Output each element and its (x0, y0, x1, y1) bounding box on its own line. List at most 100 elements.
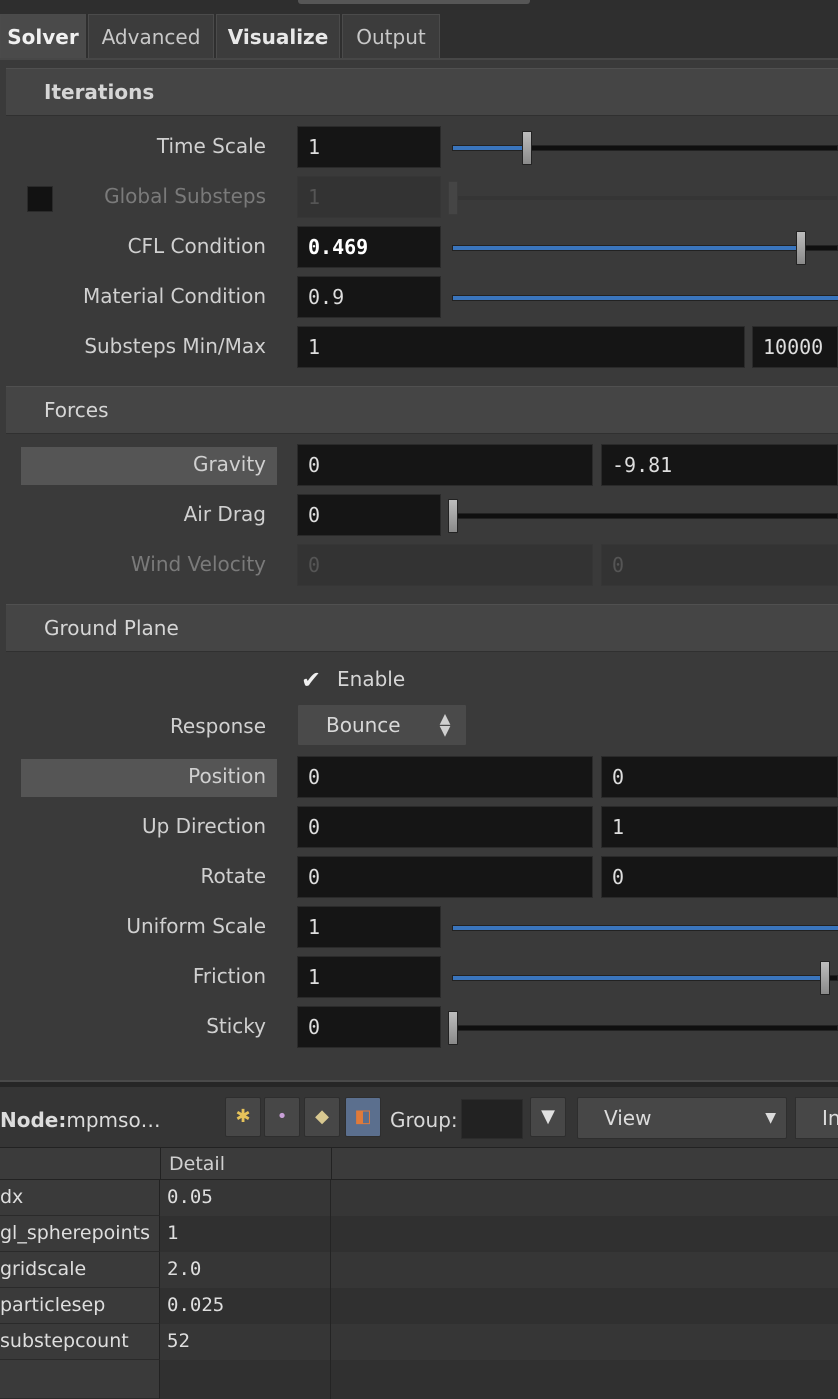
position-y-field[interactable]: 0 (601, 756, 838, 798)
response-dropdown[interactable]: Bounce ▲ ▼ (297, 704, 467, 746)
table-row[interactable]: dx 0.05 (0, 1180, 838, 1216)
uniform-scale-label: Uniform Scale (126, 914, 266, 938)
response-label: Response (169, 714, 266, 738)
sticky-slider[interactable] (452, 1025, 838, 1031)
substeps-minmax-label: Substeps Min/Max (84, 334, 266, 358)
filter-icon[interactable]: ▼ (530, 1097, 566, 1137)
view-label: View (604, 1106, 652, 1130)
time-scale-field[interactable]: 1 (297, 126, 441, 168)
enable-label[interactable]: Enable (337, 667, 405, 691)
enable-checkmark-icon[interactable]: ✔ (297, 666, 325, 694)
slider-fill (453, 976, 825, 980)
wind-velocity-x-field[interactable]: 0 (297, 544, 593, 586)
table-row[interactable]: gridscale 2.0 (0, 1252, 838, 1288)
wind-velocity-label: Wind Velocity (130, 552, 266, 576)
material-condition-slider[interactable] (452, 295, 838, 301)
rotate-x-field[interactable]: 0 (297, 856, 593, 898)
friction-slider-handle[interactable] (820, 961, 830, 995)
column-header-empty (332, 1148, 838, 1180)
global-substeps-label: Global Substeps (104, 184, 266, 208)
up-direction-x-field[interactable]: 0 (297, 806, 593, 848)
section-forces[interactable]: Forces (6, 386, 838, 434)
attribute-name-empty (0, 1360, 160, 1399)
tab-visualize[interactable]: Visualize (216, 14, 340, 58)
attribute-name: particlesep (0, 1288, 160, 1324)
cfl-condition-slider[interactable] (452, 245, 838, 251)
group-label: Group: (390, 1108, 458, 1132)
cfl-condition-slider-handle[interactable] (796, 231, 806, 265)
material-condition-field[interactable]: 0.9 (297, 276, 441, 318)
cfl-condition-field[interactable]: 0.469 (297, 226, 441, 268)
section-title: Ground Plane (44, 616, 179, 640)
air-drag-slider-handle[interactable] (448, 499, 458, 533)
row-header-corner (0, 1148, 161, 1180)
sticky-slider-handle[interactable] (448, 1011, 458, 1045)
pane-divider[interactable] (0, 1080, 838, 1087)
attribute-name: gridscale (0, 1252, 160, 1288)
time-scale-slider[interactable] (452, 145, 838, 151)
chevron-down-icon: ▼ (765, 1110, 776, 1126)
updown-arrows-icon: ▲ ▼ (439, 711, 451, 739)
response-value: Bounce (326, 713, 401, 737)
table-row[interactable]: particlesep 0.025 (0, 1288, 838, 1324)
node-name: mpmso… (66, 1108, 161, 1132)
global-substeps-slider[interactable] (452, 195, 838, 201)
gravity-x-field[interactable]: 0 (297, 444, 593, 486)
sticky-field[interactable]: 0 (297, 1006, 441, 1048)
attribute-name: substepcount (0, 1324, 160, 1360)
gravity-y-field[interactable]: -9.81 (601, 444, 838, 486)
column-divider (330, 1180, 331, 1399)
substeps-max-field[interactable]: 10000 (752, 326, 838, 368)
column-header-detail[interactable]: Detail (161, 1148, 332, 1180)
section-ground-plane[interactable]: Ground Plane (6, 604, 838, 652)
wind-velocity-y-field[interactable]: 0 (601, 544, 838, 586)
table-row[interactable]: gl_spherepoints 1 (0, 1216, 838, 1252)
vertices-filter-icon[interactable]: • (264, 1097, 300, 1137)
up-direction-label: Up Direction (141, 814, 266, 838)
spreadsheet-toolbar: Node:mpmso… ✱ • ◆ ◧ Group: ▼ View ▼ In (0, 1087, 838, 1148)
rotate-label: Rotate (200, 864, 266, 888)
attribute-name: dx (0, 1180, 160, 1216)
position-x-field[interactable]: 0 (297, 756, 593, 798)
substeps-min-field[interactable]: 1 (297, 326, 745, 368)
attribute-value: 52 (161, 1324, 331, 1360)
spreadsheet-table: Detail dx 0.05 gl_spherepoints 1 gridsca… (0, 1148, 838, 1399)
info-button[interactable]: In (795, 1097, 838, 1139)
gravity-label: Gravity (192, 452, 266, 476)
detail-filter-icon[interactable]: ◧ (345, 1097, 381, 1137)
up-direction-y-field[interactable]: 1 (601, 806, 838, 848)
slider-fill (453, 146, 529, 150)
slider-fill (453, 926, 838, 930)
global-substeps-field[interactable]: 1 (297, 176, 441, 218)
group-input[interactable] (461, 1099, 523, 1139)
parameter-bar-stub (298, 0, 530, 4)
slider-fill (453, 246, 801, 250)
points-filter-icon[interactable]: ✱ (225, 1097, 261, 1137)
tab-solver[interactable]: Solver (0, 14, 86, 58)
air-drag-field[interactable]: 0 (297, 494, 441, 536)
global-substeps-slider-handle[interactable] (448, 181, 458, 215)
sticky-label: Sticky (206, 1014, 266, 1038)
node-path[interactable]: Node:mpmso… (0, 1087, 161, 1153)
section-iterations[interactable]: Iterations (6, 68, 838, 116)
tab-output[interactable]: Output (342, 14, 440, 58)
tab-advanced[interactable]: Advanced (88, 14, 214, 58)
attribute-name: gl_spherepoints (0, 1216, 160, 1252)
uniform-scale-slider[interactable] (452, 925, 838, 931)
slider-fill (453, 296, 838, 300)
attribute-value: 1 (161, 1216, 331, 1252)
time-scale-slider-handle[interactable] (522, 131, 532, 165)
rotate-y-field[interactable]: 0 (601, 856, 838, 898)
uniform-scale-field[interactable]: 1 (297, 906, 441, 948)
section-title: Forces (44, 398, 109, 422)
air-drag-slider[interactable] (452, 513, 838, 519)
node-label: Node: (0, 1108, 67, 1132)
primitives-filter-icon[interactable]: ◆ (304, 1097, 340, 1137)
friction-label: Friction (192, 964, 266, 988)
view-dropdown[interactable]: View ▼ (577, 1097, 787, 1139)
friction-field[interactable]: 1 (297, 956, 441, 998)
table-row[interactable]: substepcount 52 (0, 1324, 838, 1360)
table-row-empty (0, 1360, 838, 1399)
friction-slider[interactable] (452, 975, 838, 981)
parameter-panel: Iterations Time Scale 1 Global Substeps … (0, 60, 838, 1080)
